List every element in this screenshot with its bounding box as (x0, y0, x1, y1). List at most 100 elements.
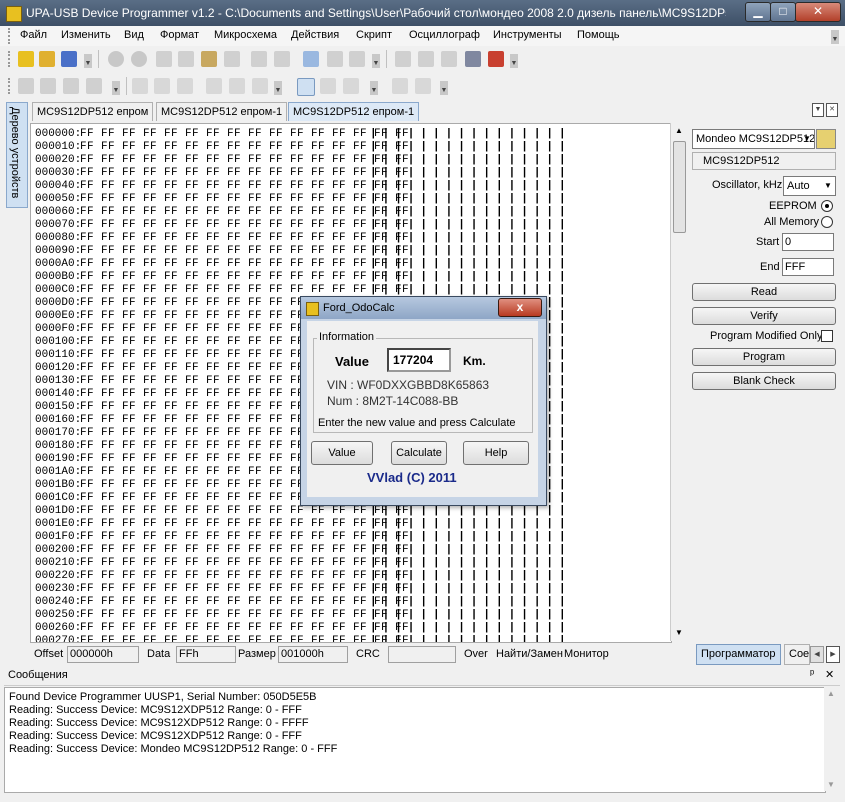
toolbar-dropdown-icon[interactable]: ▼ (274, 81, 282, 95)
hex-bytes[interactable]: FF FF FF FF FF FF FF FF FF FF FF FF FF F… (80, 219, 409, 232)
window-icon[interactable] (343, 78, 359, 94)
program-button[interactable]: Program (692, 348, 836, 366)
hex-bytes[interactable]: FF FF FF FF FF FF FF FF FF FF FF FF FF F… (80, 141, 409, 154)
scroll-up-icon[interactable]: ▲ (827, 689, 835, 698)
maximize-button[interactable]: □ (770, 2, 796, 22)
open-device-icon[interactable] (816, 129, 836, 149)
hex-ascii[interactable]: |||||||||||||||| (370, 232, 572, 245)
compare-icon[interactable] (349, 51, 365, 67)
scroll-thumb[interactable] (673, 141, 686, 233)
device-tree-tab[interactable]: Дерево устройств (6, 102, 28, 208)
tab-co[interactable]: Сое (784, 644, 810, 665)
hex-bytes[interactable]: FF FF FF FF FF FF FF FF FF FF FF FF FF F… (80, 505, 409, 518)
hex-bytes[interactable]: FF FF FF FF FF FF FF FF FF FF FF FF FF F… (80, 622, 409, 635)
hex-ascii[interactable]: |||||||||||||||| (370, 583, 572, 596)
hex-row[interactable]: 000020:FF FF FF FF FF FF FF FF FF FF FF … (35, 154, 572, 167)
menu-file[interactable]: Файл (20, 29, 47, 41)
tab-list-icon[interactable]: ▼ (812, 103, 824, 117)
tools-icon[interactable] (488, 51, 504, 67)
align-left-icon[interactable] (206, 78, 222, 94)
cut-icon[interactable] (156, 51, 172, 67)
hex-ascii[interactable]: |||||||||||||||| (370, 505, 572, 518)
chip-read-icon[interactable] (395, 51, 411, 67)
menu-view[interactable]: Вид (124, 29, 144, 41)
menu-actions[interactable]: Действия (291, 29, 339, 41)
chevron-down-icon[interactable]: ▼ (800, 130, 814, 148)
hex-ascii[interactable]: |||||||||||||||| (370, 570, 572, 583)
hex-bytes[interactable]: FF FF FF FF FF FF FF FF FF FF FF FF FF F… (80, 245, 409, 258)
toolbar-dropdown-icon[interactable]: ▼ (510, 54, 518, 68)
dialog-close-button[interactable]: x (498, 298, 542, 317)
stop-icon[interactable] (415, 78, 431, 94)
tab-epprom-0[interactable]: MC9S12DP512 епром (32, 102, 154, 121)
hex-row[interactable]: 0001F0:FF FF FF FF FF FF FF FF FF FF FF … (35, 531, 572, 544)
tab-scroll-right-icon[interactable]: ▶ (826, 646, 840, 663)
hex-ascii[interactable]: |||||||||||||||| (370, 596, 572, 609)
chevron-down-icon[interactable]: ▼ (821, 177, 835, 195)
hex-bytes[interactable]: FF FF FF FF FF FF FF FF FF FF FF FF FF F… (80, 193, 409, 206)
align-center-icon[interactable] (229, 78, 245, 94)
hex-row[interactable]: 000050:FF FF FF FF FF FF FF FF FF FF FF … (35, 193, 572, 206)
hex-scrollbar[interactable]: ▲ ▼ (670, 123, 687, 641)
hex-bytes[interactable]: FF FF FF FF FF FF FF FF FF FF FF FF FF F… (80, 518, 409, 531)
hex-ascii[interactable]: |||||||||||||||| (370, 622, 572, 635)
menu-script[interactable]: Скрипт (356, 29, 392, 41)
hex-row[interactable]: 000010:FF FF FF FF FF FF FF FF FF FF FF … (35, 141, 572, 154)
pencil-icon[interactable] (18, 78, 34, 94)
tab-epprom-1-active[interactable]: MC9S12DP512 епром-1 (288, 102, 420, 121)
hex-ascii[interactable]: |||||||||||||||| (370, 258, 572, 271)
hex-bytes[interactable]: FF FF FF FF FF FF FF FF FF FF FF FF FF F… (80, 609, 409, 622)
hex-icon[interactable] (327, 51, 343, 67)
scroll-down-icon[interactable]: ▼ (827, 780, 835, 789)
fill-icon[interactable] (63, 78, 79, 94)
hex-ascii[interactable]: |||||||||||||||| (370, 219, 572, 232)
hex-ascii[interactable]: |||||||||||||||| (370, 518, 572, 531)
select-icon[interactable] (320, 78, 336, 94)
hex-bytes[interactable]: FF FF FF FF FF FF FF FF FF FF FF FF FF F… (80, 167, 409, 180)
tab-scroll-left-icon[interactable]: ◀ (810, 646, 824, 663)
menu-help[interactable]: Помощь (577, 29, 620, 41)
hex-row[interactable]: 000260:FF FF FF FF FF FF FF FF FF FF FF … (35, 622, 572, 635)
toolbar-dropdown-icon[interactable]: ▼ (370, 81, 378, 95)
hex-row[interactable]: 000270:FF FF FF FF FF FF FF FF FF FF FF … (35, 635, 572, 642)
verify-button[interactable]: Verify (692, 307, 836, 325)
hex-row[interactable]: 000080:FF FF FF FF FF FF FF FF FF FF FF … (35, 232, 572, 245)
hex-bytes[interactable]: FF FF FF FF FF FF FF FF FF FF FF FF FF F… (80, 570, 409, 583)
hex-ascii[interactable]: |||||||||||||||| (370, 531, 572, 544)
menu-oscillograph[interactable]: Осциллограф (409, 29, 480, 41)
menu-grip[interactable] (8, 28, 13, 44)
hex-row[interactable]: 000030:FF FF FF FF FF FF FF FF FF FF FF … (35, 167, 572, 180)
hex-ascii[interactable]: |||||||||||||||| (370, 154, 572, 167)
help-button[interactable]: Help (463, 441, 529, 465)
menu-format[interactable]: Формат (160, 29, 199, 41)
find-icon[interactable] (251, 51, 267, 67)
hex-bytes[interactable]: FF FF FF FF FF FF FF FF FF FF FF FF FF F… (80, 154, 409, 167)
toolbar-dropdown-icon[interactable]: ▼ (112, 81, 120, 95)
hex-ascii[interactable]: |||||||||||||||| (370, 271, 572, 284)
align-right-icon[interactable] (252, 78, 268, 94)
hex-bytes[interactable]: FF FF FF FF FF FF FF FF FF FF FF FF FF F… (80, 557, 409, 570)
hex-row[interactable]: 000040:FF FF FF FF FF FF FF FF FF FF FF … (35, 180, 572, 193)
hex-ascii[interactable]: |||||||||||||||| (370, 609, 572, 622)
blank-check-button[interactable]: Blank Check (692, 372, 836, 390)
hex-bytes[interactable]: FF FF FF FF FF FF FF FF FF FF FF FF FF F… (80, 544, 409, 557)
open-folder-icon[interactable] (39, 51, 55, 67)
close-icon[interactable]: ✕ (825, 668, 834, 681)
hex-ascii[interactable]: |||||||||||||||| (370, 557, 572, 570)
hex-row[interactable]: 000070:FF FF FF FF FF FF FF FF FF FF FF … (35, 219, 572, 232)
calculate-button[interactable]: Calculate (391, 441, 447, 465)
delete-icon[interactable] (224, 51, 240, 67)
play-icon[interactable] (392, 78, 408, 94)
hex-row[interactable]: 000000:FF FF FF FF FF FF FF FF FF FF FF … (35, 128, 572, 141)
pointer-icon[interactable] (297, 78, 315, 96)
grid-icon[interactable] (441, 51, 457, 67)
chip-icon[interactable] (465, 51, 481, 67)
menu-edit[interactable]: Изменить (61, 29, 111, 41)
bold-icon[interactable] (132, 78, 148, 94)
hex-bytes[interactable]: FF FF FF FF FF FF FF FF FF FF FF FF FF F… (80, 635, 409, 642)
monitor-tab[interactable]: Монитор (564, 648, 609, 660)
hex-row[interactable]: 000200:FF FF FF FF FF FF FF FF FF FF FF … (35, 544, 572, 557)
messages-scrollbar[interactable]: ▲ ▼ (824, 687, 840, 791)
paste-icon[interactable] (201, 51, 217, 67)
undo-icon[interactable] (108, 51, 124, 67)
